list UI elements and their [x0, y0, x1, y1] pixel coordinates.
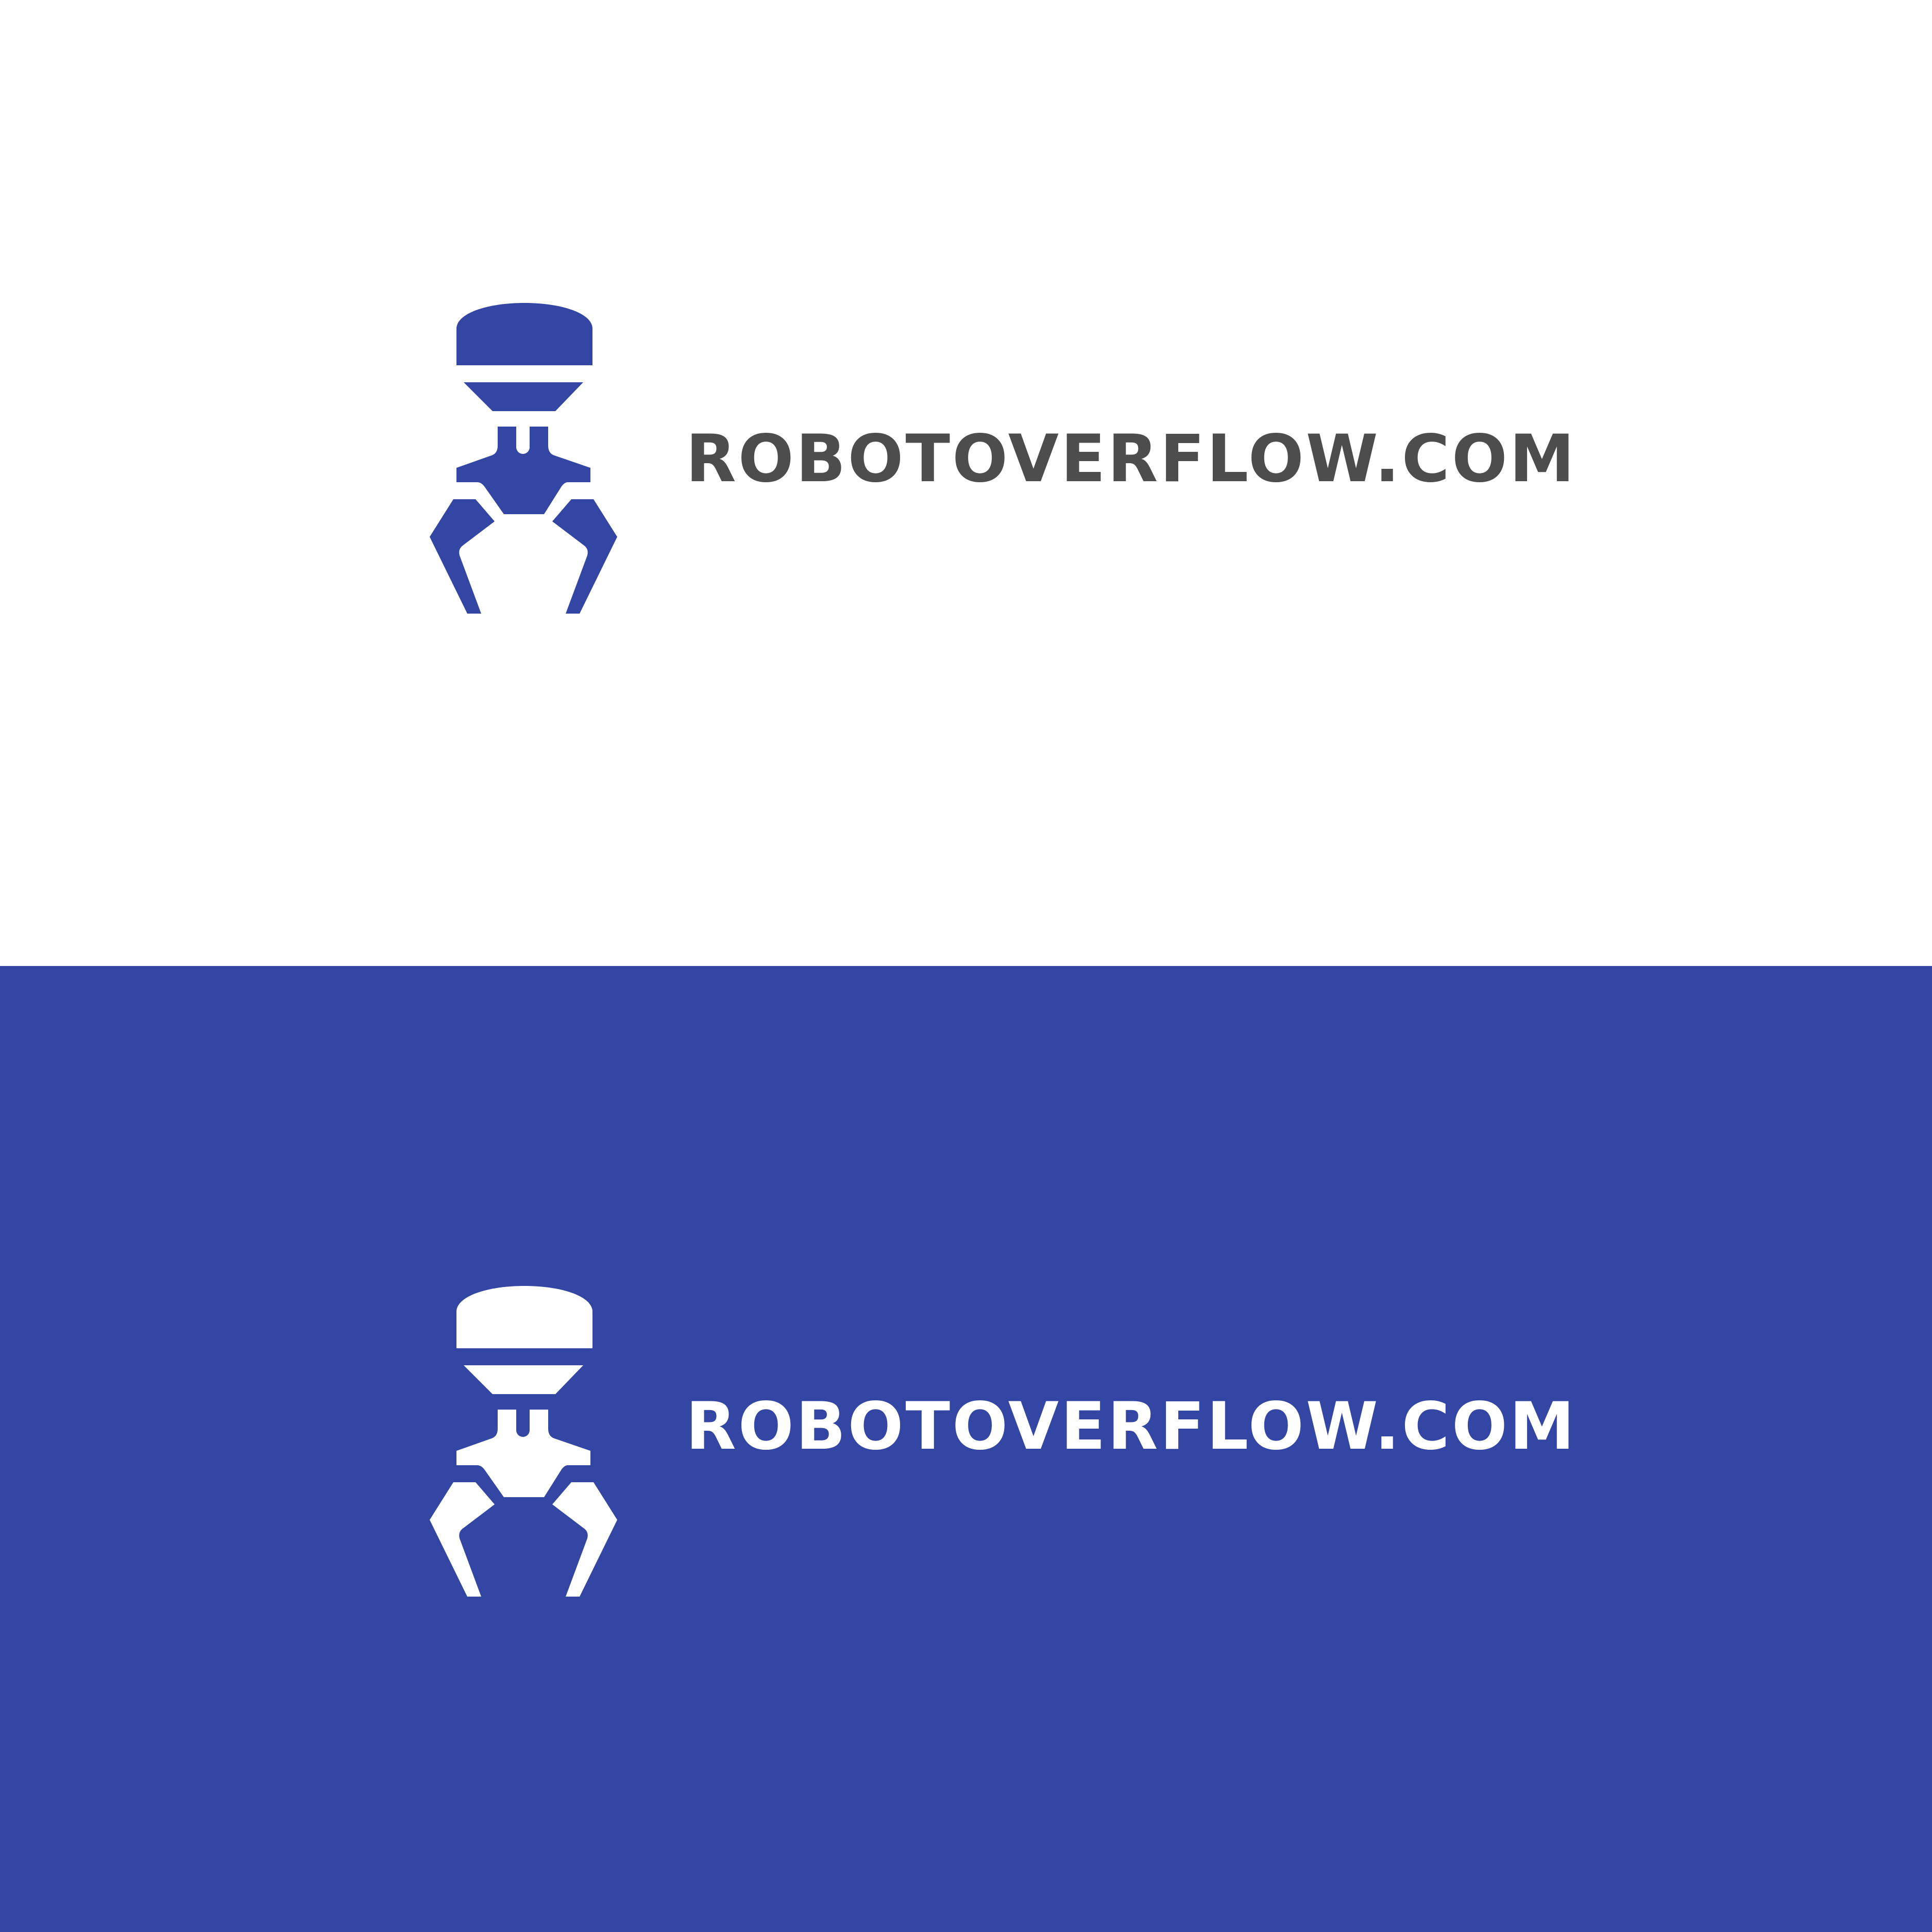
- wordmark: ROBOTOVERFLOW.COM: [686, 420, 1577, 497]
- robot-claw-icon-svg: [430, 1286, 617, 1597]
- logo-panel-light: ROBOTOVERFLOW.COM: [0, 0, 1932, 966]
- logo-panel-dark: ROBOTOVERFLOW.COM: [0, 966, 1932, 1932]
- robot-claw-icon: [415, 303, 632, 624]
- robot-claw-icon-svg: [430, 303, 617, 614]
- robot-claw-icon: [415, 1286, 632, 1607]
- wordmark: ROBOTOVERFLOW.COM: [686, 1388, 1577, 1464]
